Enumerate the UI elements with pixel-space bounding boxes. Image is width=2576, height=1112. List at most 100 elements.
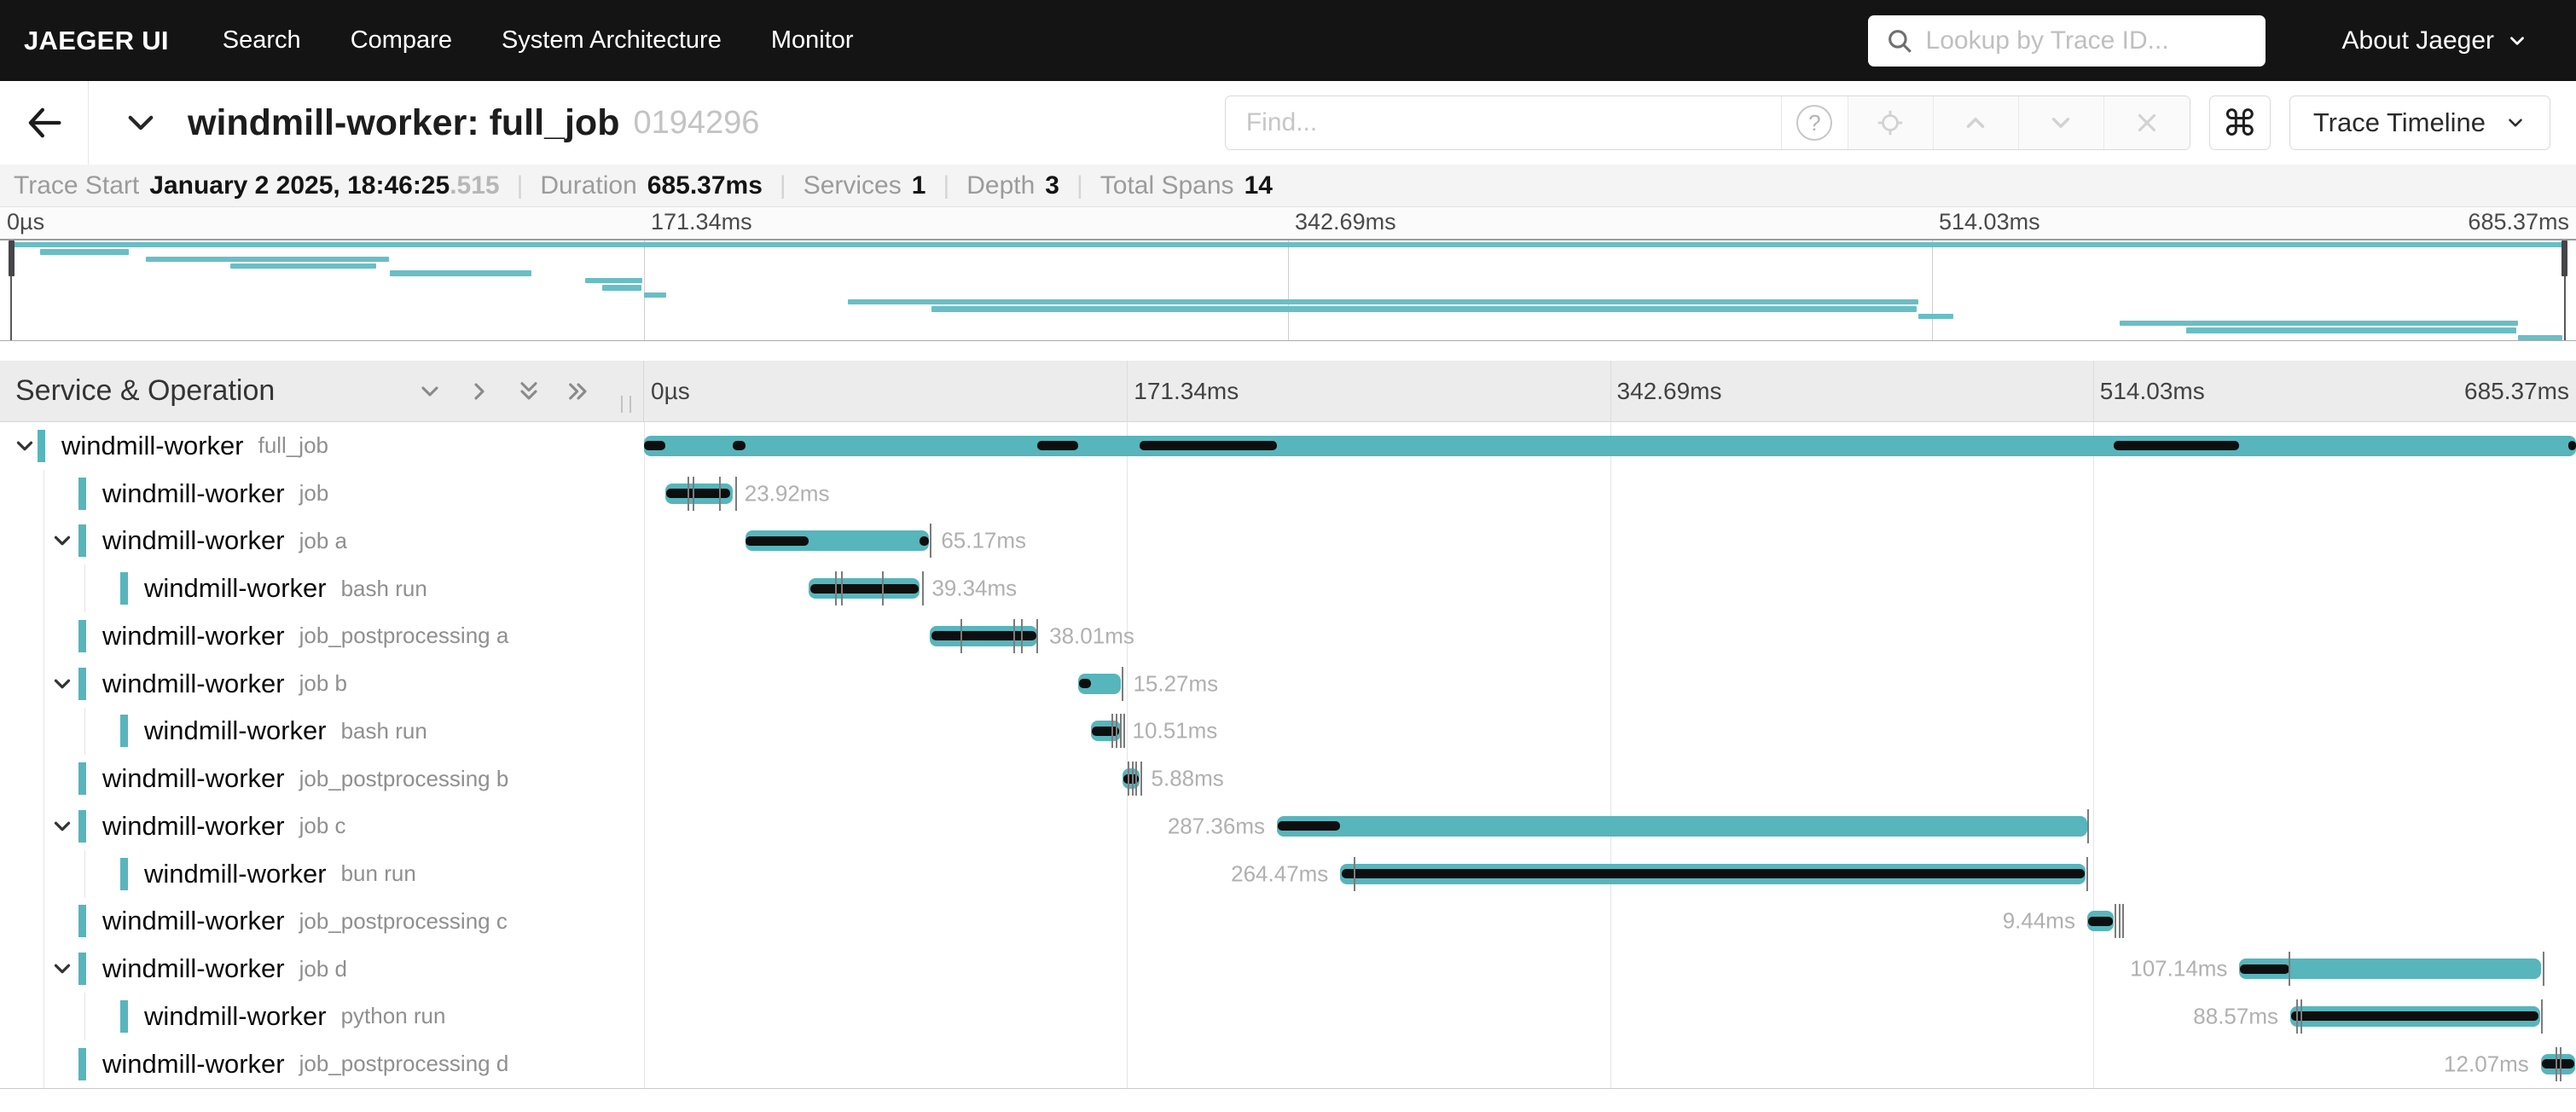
span-bar-cell[interactable]: 10.51ms <box>644 708 2576 756</box>
span-log-tick <box>1135 762 1137 796</box>
service-color-accent <box>120 1000 128 1033</box>
span-log-tick <box>2556 1047 2557 1081</box>
span-bar-cell[interactable]: 15.27ms <box>644 660 2576 708</box>
service-operation-title: Service & Operation <box>15 374 275 408</box>
top-nav: JAEGER UI SearchCompareSystem Architectu… <box>0 0 2576 81</box>
app-brand[interactable]: JAEGER UI <box>0 26 198 56</box>
span-expander-icon[interactable] <box>49 814 75 839</box>
span-expander-icon[interactable] <box>12 433 38 459</box>
span-bar-cell[interactable] <box>644 422 2576 470</box>
span-bar-cell[interactable]: 39.34ms <box>644 565 2576 612</box>
span-name-cell[interactable]: windmill-worker job b <box>0 660 644 708</box>
trace-collapse-toggle[interactable] <box>123 105 159 141</box>
span-bar[interactable] <box>1277 816 2087 837</box>
operation-name: bash run <box>341 576 427 602</box>
critical-path-segment <box>1140 441 1277 450</box>
span-name-cell[interactable]: windmill-worker bun run <box>0 850 644 898</box>
span-log-tick <box>2541 999 2543 1034</box>
nav-item-monitor[interactable]: Monitor <box>746 0 879 81</box>
span-row: windmill-worker job 23.92ms <box>0 470 2576 518</box>
span-log-tick <box>719 477 721 511</box>
span-name-cell[interactable]: windmill-worker full_job <box>0 422 644 470</box>
nav-item-search[interactable]: Search <box>198 0 326 81</box>
back-button[interactable] <box>0 81 89 165</box>
collapse-all-icon[interactable] <box>515 378 542 405</box>
span-log-tick <box>693 477 694 511</box>
span-bar-cell[interactable]: 107.14ms <box>644 945 2576 993</box>
span-name-cell[interactable]: windmill-worker job_postprocessing d <box>0 1040 644 1088</box>
span-bar-cell[interactable]: 264.47ms <box>644 850 2576 898</box>
find-toolbar: Find... ? <box>1225 96 2190 150</box>
trace-summary-bar: Trace Start January 2 2025, 18:46:25 .51… <box>0 165 2576 207</box>
chevron-down-icon <box>123 105 159 141</box>
expand-one-icon[interactable] <box>466 378 493 405</box>
minimap-bar <box>602 285 641 290</box>
viewport-left-handle[interactable] <box>9 240 15 276</box>
span-name-cell[interactable]: windmill-worker job <box>0 470 644 518</box>
span-name-cell[interactable]: windmill-worker job a <box>0 518 644 565</box>
span-duration-label: 88.57ms <box>2193 1003 2278 1029</box>
minimap-bar <box>40 249 129 254</box>
span-bar-cell[interactable]: 9.44ms <box>644 898 2576 946</box>
about-jaeger-label: About Jaeger <box>2342 26 2494 55</box>
expand-all-icon[interactable] <box>565 378 592 405</box>
operation-name: job_postprocessing c <box>299 908 508 935</box>
total-spans-value: 14 <box>1244 171 1273 200</box>
trace-minimap[interactable] <box>0 239 2576 341</box>
clear-find-button[interactable] <box>2104 96 2190 149</box>
service-name: windmill-worker <box>102 953 285 984</box>
nav-item-system-architecture[interactable]: System Architecture <box>477 0 746 81</box>
span-name-cell[interactable]: windmill-worker bash run <box>0 708 644 756</box>
service-name: windmill-worker <box>102 763 285 794</box>
span-log-tick <box>960 619 962 653</box>
find-help-addon[interactable]: ? <box>1782 96 1848 149</box>
find-input[interactable]: Find... <box>1226 96 1782 149</box>
critical-path-segment <box>2088 917 2113 926</box>
minimap-bar <box>390 270 531 275</box>
service-name: windmill-worker <box>102 478 285 509</box>
span-log-tick <box>1122 667 1123 701</box>
span-bar-cell[interactable]: 38.01ms <box>644 612 2576 660</box>
find-prev-button[interactable] <box>1934 96 2019 149</box>
span-log-tick <box>1036 619 1038 653</box>
span-expander-icon[interactable] <box>49 528 75 553</box>
span-bar-cell[interactable]: 12.07ms <box>644 1040 2576 1088</box>
span-name-cell[interactable]: windmill-worker python run <box>0 993 644 1040</box>
service-color-accent <box>120 572 128 605</box>
collapse-one-icon[interactable] <box>416 378 444 405</box>
span-name-cell[interactable]: windmill-worker job_postprocessing b <box>0 755 644 802</box>
keyboard-shortcuts-button[interactable]: ⌘ <box>2209 96 2271 150</box>
span-bar-cell[interactable]: 65.17ms <box>644 518 2576 565</box>
span-bar-cell[interactable]: 5.88ms <box>644 755 2576 802</box>
span-bar[interactable] <box>644 436 2576 456</box>
find-next-button[interactable] <box>2019 96 2104 149</box>
span-bar-cell[interactable]: 23.92ms <box>644 470 2576 518</box>
span-name-cell[interactable]: windmill-worker job_postprocessing a <box>0 612 644 660</box>
bottom-strip <box>0 1089 2576 1112</box>
critical-path-segment <box>2291 1011 2538 1021</box>
find-placeholder: Find... <box>1246 108 1317 137</box>
operation-name: bun run <box>341 860 416 887</box>
operation-name: job <box>299 480 329 507</box>
span-name-cell[interactable]: windmill-worker job c <box>0 802 644 850</box>
about-jaeger-menu[interactable]: About Jaeger <box>2342 26 2528 55</box>
span-name-cell[interactable]: windmill-worker job d <box>0 945 644 993</box>
depth-value: 3 <box>1045 171 1059 200</box>
span-expander-icon[interactable] <box>49 671 75 697</box>
span-row: windmill-worker job b 15.27ms <box>0 660 2576 708</box>
nav-item-compare[interactable]: Compare <box>326 0 477 81</box>
trace-view-selector[interactable]: Trace Timeline <box>2289 96 2550 150</box>
span-name-cell[interactable]: windmill-worker bash run <box>0 565 644 612</box>
viewport-right-handle[interactable] <box>2561 240 2567 276</box>
services-value: 1 <box>912 171 926 200</box>
span-name-cell[interactable]: windmill-worker job_postprocessing c <box>0 898 644 946</box>
column-resize-grip[interactable] <box>621 396 631 413</box>
focus-span-button[interactable] <box>1848 96 1934 149</box>
span-bar-cell[interactable]: 88.57ms <box>644 993 2576 1040</box>
service-name: windmill-worker <box>61 431 244 461</box>
trace-lookup-box[interactable]: Lookup by Trace ID... <box>1868 15 2266 67</box>
span-expander-icon[interactable] <box>49 956 75 982</box>
axis-tick-label: 171.34ms <box>1134 378 1239 405</box>
jaeger-trace-page: JAEGER UI SearchCompareSystem Architectu… <box>0 0 2576 1112</box>
span-bar-cell[interactable]: 287.36ms <box>644 802 2576 850</box>
